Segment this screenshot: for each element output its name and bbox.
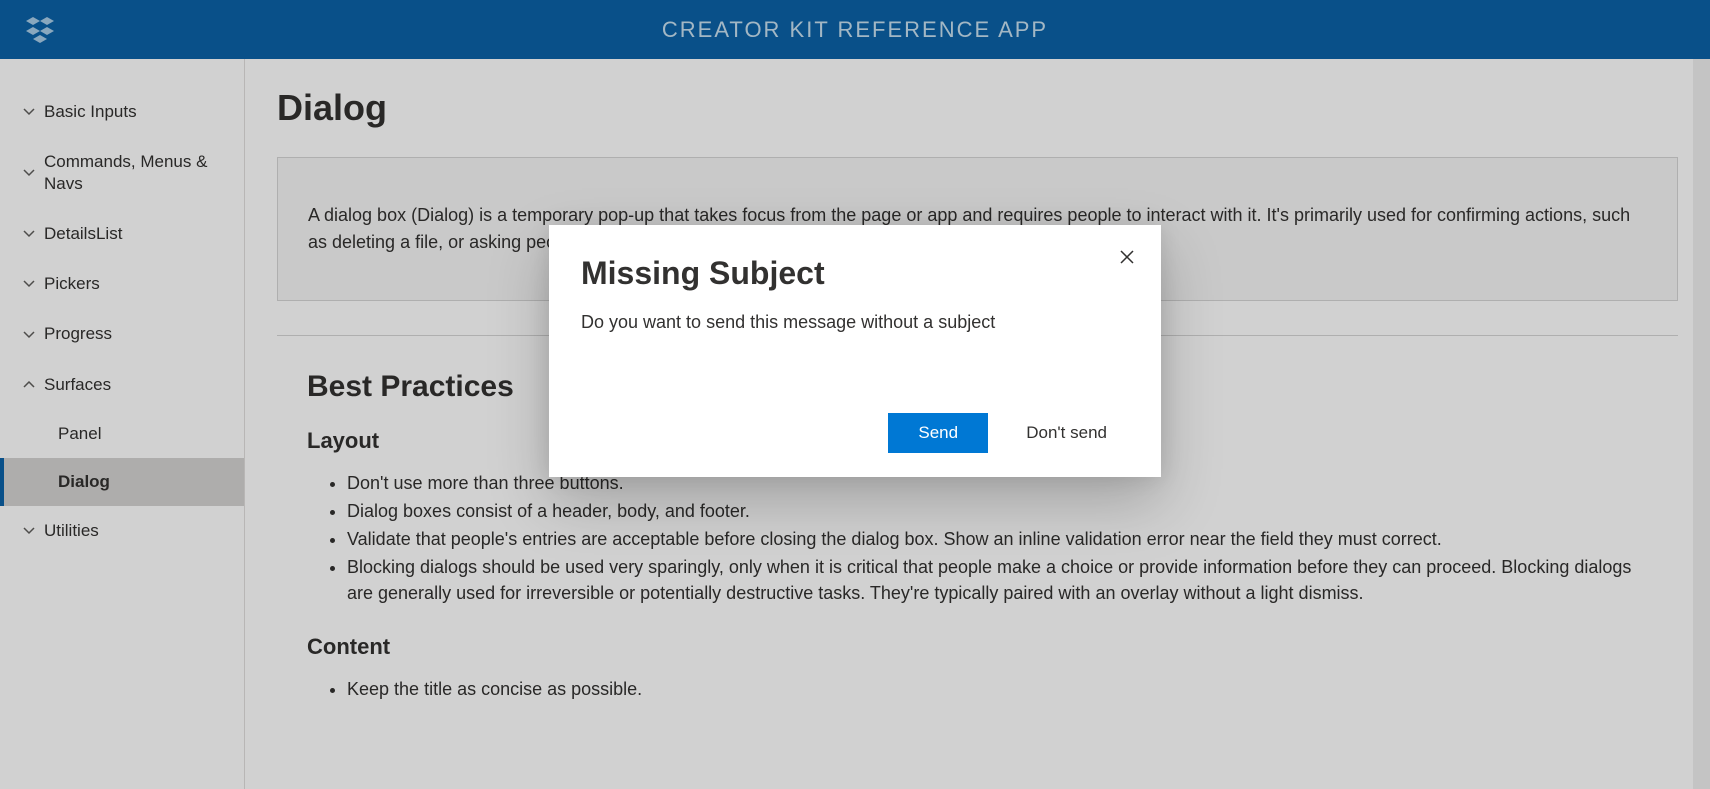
modal-overlay[interactable]: Missing Subject Do you want to send this… <box>0 0 1710 789</box>
dont-send-button[interactable]: Don't send <box>1004 413 1129 453</box>
dialog-body: Do you want to send this message without… <box>581 312 1129 333</box>
close-icon <box>1119 248 1135 271</box>
dialog: Missing Subject Do you want to send this… <box>549 225 1161 477</box>
close-button[interactable] <box>1111 243 1143 275</box>
dialog-title: Missing Subject <box>581 255 1129 292</box>
send-button[interactable]: Send <box>888 413 988 453</box>
dialog-footer: Send Don't send <box>581 413 1129 453</box>
